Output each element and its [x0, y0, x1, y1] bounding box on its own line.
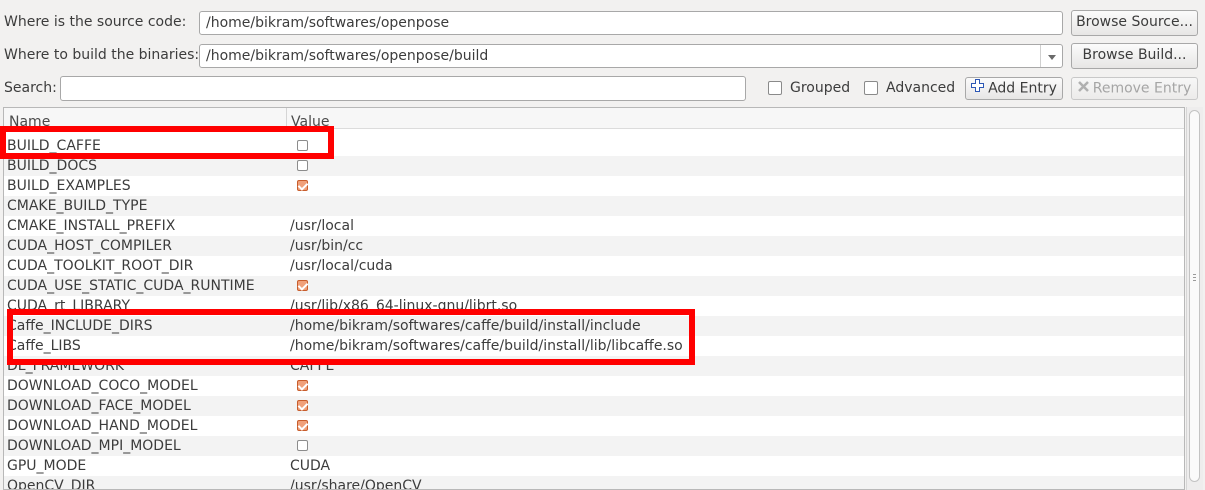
chevron-down-icon[interactable] — [1040, 45, 1062, 67]
add-entry-label: Add Entry — [988, 80, 1057, 97]
scrollbar-grip — [1193, 280, 1196, 281]
entry-name: CMAKE_BUILD_TYPE — [7, 198, 148, 214]
highlight-box-build-caffe — [0, 126, 334, 159]
entry-value[interactable]: /usr/share/OpenCV — [290, 476, 422, 489]
entry-name: OpenCV_DIR — [7, 478, 96, 490]
entry-value-checkbox[interactable] — [297, 420, 308, 431]
scrollbar-grip — [1193, 277, 1196, 278]
grouped-label: Grouped — [790, 80, 851, 96]
entry-name: CMAKE_INSTALL_PREFIX — [7, 218, 176, 234]
table-row[interactable]: GPU_MODE CUDA — [4, 456, 1184, 476]
table-row[interactable]: CMAKE_INSTALL_PREFIX/usr/local — [4, 216, 1184, 236]
entry-name: DOWNLOAD_MPI_MODEL — [7, 438, 181, 454]
table-row[interactable]: OpenCV_DIR/usr/share/OpenCV — [4, 476, 1184, 490]
browse-source-button[interactable]: Browse Source... — [1071, 10, 1198, 36]
table-row[interactable]: DOWNLOAD_COCO_MODEL — [4, 376, 1184, 396]
cache-entries-table[interactable]: Name Value BUILD_CAFFE BUILD_DOCS BUILD_EX… — [3, 107, 1185, 490]
table-row[interactable]: DOWNLOAD_FACE_MODEL — [4, 396, 1184, 416]
build-path-combobox[interactable]: /home/bikram/softwares/openpose/build — [199, 44, 1063, 68]
table-row[interactable]: BUILD_EXAMPLES — [4, 176, 1184, 196]
table-row[interactable]: CUDA_USE_STATIC_CUDA_RUNTIME — [4, 276, 1184, 296]
source-path-input[interactable]: /home/bikram/softwares/openpose — [199, 11, 1063, 35]
browse-build-button[interactable]: Browse Build... — [1071, 43, 1198, 69]
entry-value[interactable]: /usr/local/cuda — [290, 256, 393, 276]
search-input[interactable] — [60, 76, 746, 101]
table-row[interactable]: DOWNLOAD_HAND_MODEL — [4, 416, 1184, 436]
entry-value-checkbox[interactable] — [297, 280, 308, 291]
entry-name: BUILD_DOCS — [7, 158, 98, 174]
entry-value-checkbox[interactable] — [297, 440, 308, 451]
remove-entry-button[interactable]: Remove Entry — [1071, 77, 1198, 100]
table-row[interactable]: BUILD_DOCS — [4, 156, 1184, 176]
table-row[interactable]: CMAKE_BUILD_TYPE — [4, 196, 1184, 216]
table-row[interactable]: CUDA_HOST_COMPILER/usr/bin/cc — [4, 236, 1184, 256]
scrollbar-grip — [1193, 274, 1196, 275]
entry-name: CUDA_USE_STATIC_CUDA_RUNTIME — [7, 278, 255, 294]
entry-value-checkbox[interactable] — [297, 180, 308, 191]
build-label: Where to build the binaries: — [4, 47, 200, 63]
add-entry-button[interactable]: Add Entry — [965, 77, 1063, 100]
column-divider[interactable] — [286, 108, 287, 128]
source-label: Where is the source code: — [4, 14, 187, 30]
remove-entry-label: Remove Entry — [1092, 80, 1192, 97]
advanced-checkbox[interactable] — [864, 81, 878, 95]
highlight-box-caffe-paths — [7, 309, 695, 365]
entry-value[interactable]: /usr/bin/cc — [290, 236, 363, 256]
entry-name: GPU_MODE — [7, 458, 87, 474]
entry-name: BUILD_EXAMPLES — [7, 178, 131, 194]
advanced-label: Advanced — [886, 80, 956, 96]
vertical-scrollbar[interactable] — [1186, 107, 1203, 490]
entry-name: CUDA_HOST_COMPILER — [7, 238, 172, 254]
x-icon — [1077, 78, 1089, 99]
entry-value-checkbox[interactable] — [297, 160, 308, 171]
plus-icon — [971, 78, 985, 99]
entry-value[interactable]: /usr/local — [290, 216, 354, 236]
entry-name: DOWNLOAD_COCO_MODEL — [7, 378, 198, 394]
grouped-checkbox[interactable] — [768, 81, 782, 95]
entry-value[interactable]: CUDA — [290, 456, 330, 476]
table-row[interactable]: DOWNLOAD_MPI_MODEL — [4, 436, 1184, 456]
build-path-value: /home/bikram/softwares/openpose/build — [206, 48, 489, 64]
table-row[interactable]: CUDA_TOOLKIT_ROOT_DIR/usr/local/cuda — [4, 256, 1184, 276]
entry-value-checkbox[interactable] — [297, 380, 308, 391]
entry-name: DOWNLOAD_FACE_MODEL — [7, 398, 191, 414]
search-label: Search: — [4, 80, 57, 96]
scrollbar-thumb[interactable] — [1189, 110, 1200, 482]
entry-value-checkbox[interactable] — [297, 400, 308, 411]
entry-name: DOWNLOAD_HAND_MODEL — [7, 418, 198, 434]
entry-name: CUDA_TOOLKIT_ROOT_DIR — [7, 258, 194, 274]
